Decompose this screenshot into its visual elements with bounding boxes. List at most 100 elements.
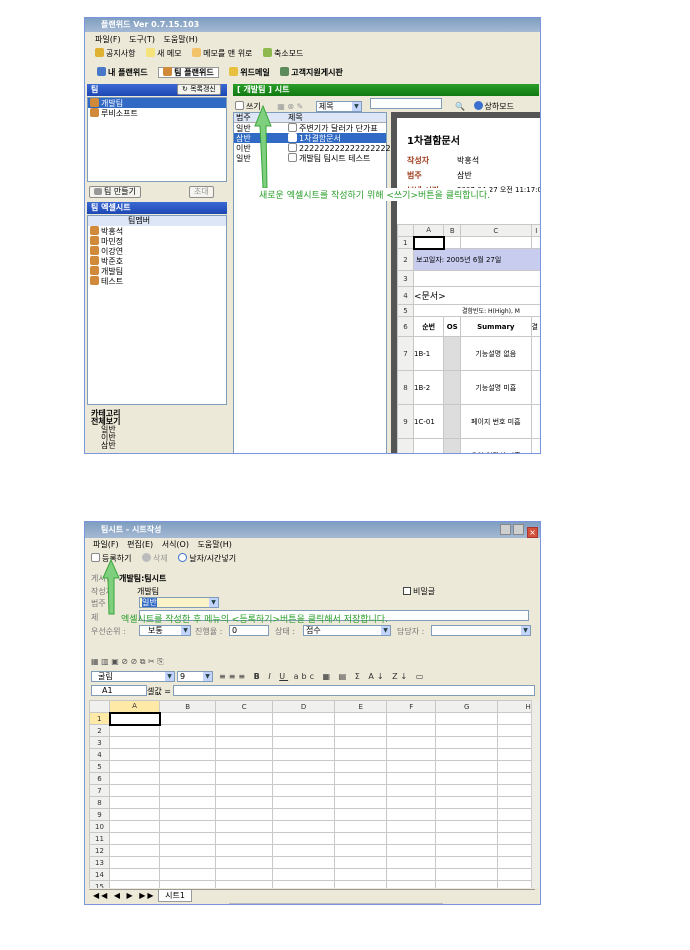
sheet-nav-icons[interactable]: ◀◀ ◀ ▶ ▶▶ (89, 891, 156, 900)
user-icon (90, 276, 99, 285)
priority-select[interactable]: 보통 (139, 625, 191, 636)
search-option-select[interactable]: 제목 (315, 101, 362, 112)
column-header[interactable]: F (386, 700, 437, 713)
team-icon (90, 98, 99, 107)
checkbox-icon (403, 587, 411, 595)
row-header[interactable]: 3 (89, 736, 110, 749)
search-input[interactable] (370, 98, 443, 109)
top-toolbar: 공지사항 새 메모 메모를 맨 위로 축소모드 (85, 48, 540, 60)
column-header[interactable]: A (109, 700, 160, 713)
menu-file[interactable]: 파일(F) (93, 540, 119, 549)
menu-format[interactable]: 서식(O) (162, 540, 189, 549)
column-header[interactable]: H (497, 700, 535, 713)
category-item[interactable]: 삼반 (91, 442, 120, 450)
row-header[interactable]: 5 (89, 760, 110, 773)
bottom-screenshot: 팀시트 - 시트작성 × 파일(F) 편집(E) 서식(O) 도움말(H) 등록… (84, 521, 541, 905)
team-item-rubisoft[interactable]: 루비소프트 (88, 108, 226, 118)
active-cell[interactable] (108, 711, 161, 726)
member-item[interactable]: 테스트 (88, 276, 226, 286)
owner-select[interactable] (431, 625, 531, 636)
search-icon[interactable]: 🔍 (455, 102, 465, 111)
insert-datetime-button[interactable]: 날자/시간넣기 (178, 553, 236, 563)
category-tree: 전체보기 일반 이반 삼반 (91, 418, 120, 450)
memo-top-button[interactable]: 메모를 맨 위로 (192, 48, 252, 58)
secret-checkbox[interactable]: 비밀글 (403, 586, 435, 597)
member-item[interactable]: 마민정 (88, 236, 226, 246)
column-header[interactable]: D (272, 700, 335, 713)
close-icon[interactable]: × (527, 527, 538, 538)
invite-button[interactable]: 초대 (189, 186, 214, 198)
delete-button[interactable]: 삭제 (142, 553, 168, 563)
notice-button[interactable]: 공지사항 (95, 48, 135, 58)
tab-my-planwith[interactable]: 내 플랜위드 (97, 67, 148, 77)
status-label: 상태 : (275, 627, 295, 636)
column-header[interactable]: G (435, 700, 499, 713)
spreadsheet: A B C D E F G H 1 2 3 4 5 6 7 8 9 10 11 … (89, 700, 535, 888)
sheet-panel-title: [ 개발팀 ] 시트 (233, 84, 539, 96)
memo-up-icon (192, 48, 202, 57)
menu-help[interactable]: 도움말(H) (164, 35, 198, 44)
register-annotation: 엑셀시트를 작성한 후 메뉴의 <등록하기>버튼을 클릭해서 저장합니다. (121, 615, 388, 625)
cell-ref-box[interactable]: A1 (91, 685, 147, 696)
bottom-toolbar: 등록하기 삭제 날자/시간넣기 (85, 553, 540, 565)
top-title-bar: 플랜위드 Ver 0.7.15.103 (85, 18, 540, 32)
make-team-button[interactable]: 팀 만들기 (89, 186, 141, 198)
menu-tools[interactable]: 도구(T) (129, 35, 155, 44)
row-header[interactable]: 4 (89, 748, 110, 761)
row-header[interactable]: 8 (89, 796, 110, 809)
row-header[interactable]: 7 (89, 784, 110, 797)
memo-icon (146, 48, 155, 57)
window-title: 팀시트 - 시트작성 (101, 525, 162, 534)
updown-mode-button[interactable]: 상하모드 (473, 101, 514, 111)
arrow-to-write-button (254, 104, 272, 189)
cell-value-input[interactable] (173, 685, 535, 696)
row-header[interactable]: 6 (89, 772, 110, 785)
format-buttons[interactable]: ≡≡≡ B I U abc ▦ ▤ Σ A↓ Z↓ ▭ (219, 672, 426, 681)
clock-icon (178, 553, 188, 562)
font-name-select[interactable]: 굴림 (91, 671, 175, 682)
member-item[interactable]: 개발팀 (88, 266, 226, 276)
pin-icon (95, 48, 104, 57)
grid-icons[interactable]: ▦ ▥ ▣ ⊘ ⊘ ⧉ ✂ ⎘ (91, 657, 164, 666)
delete-icon[interactable]: ▦ ⊗ ✎ (277, 102, 303, 111)
tab-support-board[interactable]: 고객지원게시판 (280, 67, 343, 77)
minimize-icon[interactable] (499, 524, 511, 535)
menu-file[interactable]: 파일(F) (95, 35, 121, 44)
column-header[interactable]: C (215, 700, 274, 713)
doc-category-value: 삼반 (457, 171, 472, 180)
member-item[interactable]: 박홍석 (88, 226, 226, 236)
row-header[interactable]: 13 (89, 856, 110, 869)
menu-edit[interactable]: 편집(E) (127, 540, 153, 549)
vertical-scrollbar[interactable] (531, 700, 539, 888)
owner-label: 담당자 : (397, 627, 425, 636)
row-header[interactable]: 10 (89, 820, 110, 833)
tab-withmail[interactable]: 위드메일 (229, 67, 270, 77)
row-header[interactable]: 9 (89, 808, 110, 821)
horizontal-scrollbar[interactable] (229, 903, 443, 904)
member-item[interactable]: 박준호 (88, 256, 226, 266)
row-header[interactable]: 1 (89, 712, 110, 725)
column-header[interactable]: B (158, 700, 217, 713)
tab-team-planwith[interactable]: 팀 플랜위드 (158, 67, 219, 78)
member-item[interactable]: 이강연 (88, 246, 226, 256)
compact-mode-button[interactable]: 축소모드 (262, 48, 303, 58)
row-header[interactable]: 2 (89, 724, 110, 737)
preview-grid: ABCI 1 2 보고일자: 2005년 6월 27일 3 4 <문서> 5 결함빈도… (397, 224, 540, 453)
category-select[interactable]: 일반 (139, 597, 219, 608)
row-header[interactable]: 14 (89, 868, 110, 881)
sheet-tab[interactable]: 시트1 (158, 890, 192, 902)
font-size-select[interactable]: 9 (177, 671, 213, 682)
column-header[interactable]: E (333, 700, 388, 713)
row-header[interactable]: 12 (89, 844, 110, 857)
status-select[interactable]: 접수 (303, 625, 391, 636)
new-memo-button[interactable]: 새 메모 (146, 48, 182, 58)
progress-stepper[interactable]: 0 (229, 625, 269, 636)
priority-label: 우선순위 : (91, 627, 126, 636)
row-header[interactable]: 15 (89, 880, 110, 888)
team-item-dev[interactable]: 개발팀 (88, 98, 226, 108)
row-header[interactable]: 11 (89, 832, 110, 845)
write-annotation: 새로운 엑셀시트를 작성하기 위해 <쓰기>버튼을 클릭합니다. (259, 188, 490, 201)
maximize-icon[interactable] (513, 524, 525, 535)
refresh-list-button[interactable]: ↻ 목록갱신 (177, 84, 221, 95)
menu-help[interactable]: 도움말(H) (198, 540, 232, 549)
